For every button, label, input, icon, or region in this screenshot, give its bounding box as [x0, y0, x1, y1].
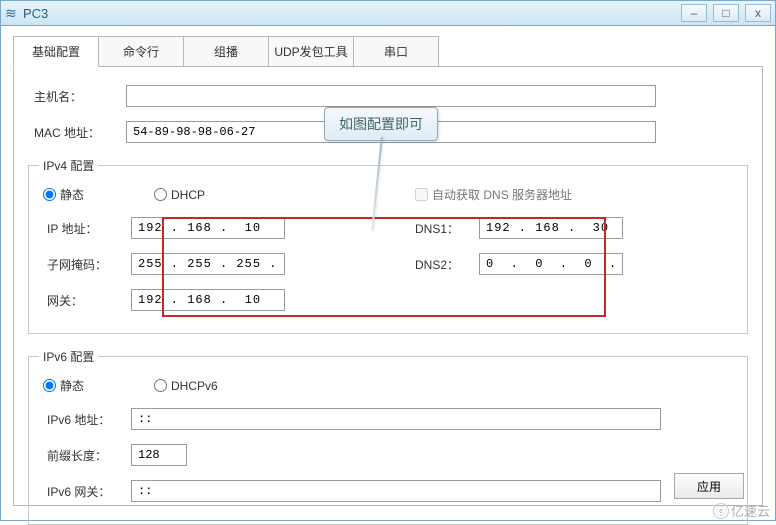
window-titlebar: ≋ PC3 – □ x	[0, 0, 776, 26]
watermark-icon: ⓔ	[713, 503, 729, 519]
callout-text: 如图配置即可	[324, 107, 438, 141]
ipv4-legend: IPv4 配置	[39, 157, 98, 174]
ipv6-addr-label: IPv6 地址：	[43, 411, 131, 428]
maximize-button[interactable]: □	[713, 4, 739, 22]
dns2-input[interactable]	[479, 253, 623, 275]
watermark: ⓔ 亿速云	[713, 501, 770, 520]
gw-input[interactable]	[131, 289, 285, 311]
dns1-label: DNS1：	[415, 220, 479, 237]
ip-label: IP 地址：	[43, 220, 131, 237]
minimize-button[interactable]: –	[681, 4, 707, 22]
ipv6-fieldset: IPv6 配置 静态 DHCPv6 IPv6 地址： 前缀长度： IPv6 网关…	[28, 348, 748, 525]
ipv4-static-radio[interactable]: 静态	[43, 186, 84, 203]
ipv6-static-radio[interactable]: 静态	[43, 377, 84, 394]
ipv6-gw-input[interactable]	[131, 480, 661, 502]
gw-label: 网关：	[43, 292, 131, 309]
mac-label: MAC 地址：	[28, 124, 126, 141]
window-title: PC3	[23, 6, 681, 21]
mask-label: 子网掩码：	[43, 256, 131, 273]
tab-multicast[interactable]: 组播	[183, 36, 269, 67]
close-button[interactable]: x	[745, 4, 771, 22]
callout-annotation: 如图配置即可	[324, 107, 438, 141]
ipv4-dhcp-radio[interactable]: DHCP	[154, 188, 205, 202]
dns2-label: DNS2：	[415, 256, 479, 273]
apply-button[interactable]: 应用	[674, 473, 744, 499]
auto-dns-checkbox[interactable]: 自动获取 DNS 服务器地址	[415, 186, 572, 203]
dns1-input[interactable]	[479, 217, 623, 239]
config-panel: 主机名： MAC 地址： IPv4 配置 静态 DHCP 自动获取 DNS 服务…	[13, 66, 763, 506]
ipv6-legend: IPv6 配置	[39, 348, 98, 365]
ipv6-dhcp-radio[interactable]: DHCPv6	[154, 379, 218, 393]
tab-basic[interactable]: 基础配置	[13, 36, 99, 67]
tab-cmdline[interactable]: 命令行	[98, 36, 184, 67]
ipv6-addr-input[interactable]	[131, 408, 661, 430]
tab-udp[interactable]: UDP发包工具	[268, 36, 354, 67]
ipv6-prefix-input[interactable]	[131, 444, 187, 466]
tab-serial[interactable]: 串口	[353, 36, 439, 67]
ipv4-fieldset: IPv4 配置 静态 DHCP 自动获取 DNS 服务器地址 IP 地址： DN…	[28, 157, 748, 334]
app-icon: ≋	[5, 6, 19, 20]
tab-bar: 基础配置 命令行 组播 UDP发包工具 串口	[13, 36, 763, 67]
ipv6-prefix-label: 前缀长度：	[43, 447, 131, 464]
hostname-input[interactable]	[126, 85, 656, 107]
watermark-text: 亿速云	[731, 501, 770, 520]
hostname-label: 主机名：	[28, 88, 126, 105]
ipv6-gw-label: IPv6 网关：	[43, 483, 131, 500]
ip-input[interactable]	[131, 217, 285, 239]
mask-input[interactable]	[131, 253, 285, 275]
